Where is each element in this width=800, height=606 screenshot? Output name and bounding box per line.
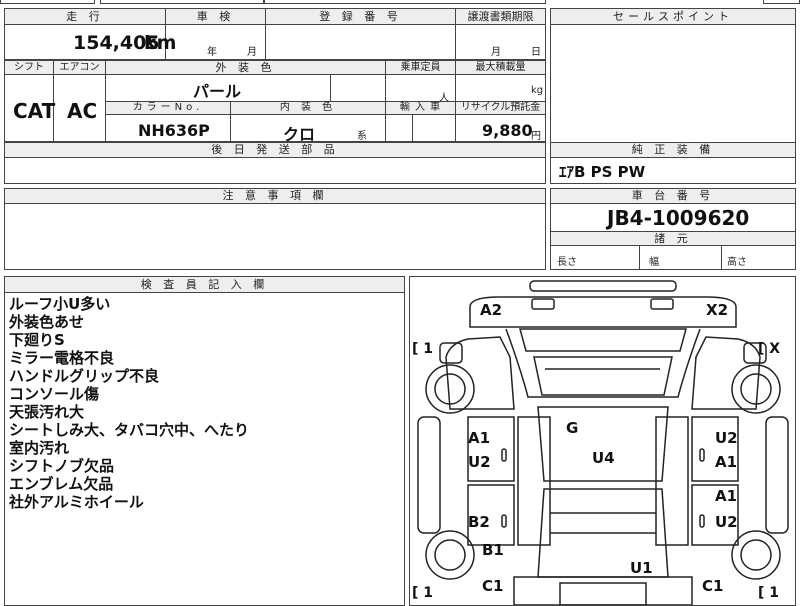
dim-width-label: 幅: [649, 257, 659, 268]
mileage-unit: km: [144, 32, 177, 54]
car-diagram-box: A2 X2 [ 1 [ X G U4 A1 U2 U2 A1 A1 U2 B2 …: [409, 276, 796, 606]
capacity-unit: 人: [439, 93, 449, 104]
diagram-label-left-b2: B2: [468, 513, 490, 531]
inspection-month: 月: [247, 47, 257, 58]
diagram-label-g: G: [566, 419, 579, 437]
recycle-header: リサイクル預託金: [456, 102, 545, 115]
equipment-header: 純 正 装 備: [551, 143, 795, 158]
color-no-value: NH636P: [138, 121, 210, 140]
remark-item: 室内汚れ: [9, 439, 70, 457]
color-no-header: カラーNo.: [106, 102, 230, 115]
sales-point-header: セールスポイント: [551, 9, 795, 25]
sales-point-box: セールスポイント: [550, 8, 796, 143]
aircon-value: AC: [67, 99, 98, 123]
chassis-header: 車 台 番 号: [551, 189, 795, 204]
diagram-bracket-right: [ X: [758, 341, 781, 357]
chassis-box: 車 台 番 号 JB4-1009620 諸 元 長さ 幅 高さ: [550, 188, 796, 270]
dim-height-label: 高さ: [727, 257, 747, 268]
diagram-bracket-bottom-right: [ 1: [758, 585, 780, 601]
inspection-year: 年: [207, 47, 217, 58]
notes-box: 注 意 事 項 欄: [4, 188, 546, 270]
diagram-label-u4: U4: [592, 449, 615, 467]
top-strip-cell: [0, 0, 95, 4]
recycle-value: 9,880: [482, 121, 533, 140]
shift-header: シフト: [5, 61, 53, 75]
diagram-label-left-a1: A1: [468, 429, 491, 447]
diagram-label-right-a1: A1: [715, 453, 738, 471]
remark-item: シフトノブ欠品: [9, 457, 115, 475]
inspector-remarks-box: 検 査 員 記 入 欄 ルーフ小U多い 外装色あせ 下廻りS ミラー電格不良 ハ…: [4, 276, 405, 606]
mileage-table: 走 行 車 検 登 録 番 号 譲渡書類期限 154,405 km 年 月 月 …: [4, 8, 546, 61]
interior-color-header: 内 装 色: [231, 102, 385, 115]
shipping-parts-header: 後 日 発 送 部 品: [5, 143, 545, 158]
diagram-bracket-bottom-left: [ 1: [412, 585, 434, 601]
remarks-list: ルーフ小U多い 外装色あせ 下廻りS ミラー電格不良 ハンドルグリップ不良 コン…: [9, 295, 249, 511]
aircon-header: エアコン: [53, 61, 105, 75]
shipping-parts-box: 後 日 発 送 部 品: [4, 142, 546, 184]
remark-item: コンソール傷: [9, 385, 100, 403]
inspector-remarks-header: 検 査 員 記 入 欄: [5, 277, 404, 293]
top-strip-cell: [100, 0, 265, 4]
remark-item: シートしみ大、タバコ穴中、へたり: [9, 421, 250, 439]
remark-item: エンブレム欠品: [9, 475, 114, 493]
diagram-label-x2: X2: [706, 301, 729, 319]
diagram-bracket-left: [ 1: [412, 341, 434, 357]
transfer-day: 日: [531, 47, 541, 58]
max-load-unit: kg: [531, 85, 544, 96]
remark-item: 社外アルミホイール: [9, 493, 144, 511]
diagram-label-c1-right: C1: [702, 577, 724, 595]
remark-item: 天張汚れ大: [9, 403, 85, 421]
registration-header: 登 録 番 号: [265, 9, 455, 25]
top-strip-cell: [763, 0, 800, 4]
diagram-label-left-b1: B1: [482, 541, 504, 559]
dim-length-label: 長さ: [557, 257, 577, 268]
specs-table: シフト エアコン 外 装 色 乗車定員 最大積載量 カラーNo. 内 装 色 輸…: [4, 60, 546, 144]
max-load-header: 最大積載量: [455, 61, 545, 75]
remark-item: 外装色あせ: [9, 313, 85, 331]
equipment-box: 純 正 装 備 ｴｱB PS PW: [550, 142, 796, 184]
diagram-label-c1-left: C1: [482, 577, 504, 595]
diagram-label-right-a1b: A1: [715, 487, 738, 505]
remark-item: ルーフ小U多い: [9, 295, 111, 313]
remark-item: ハンドルグリップ不良: [9, 367, 160, 385]
diagram-label-a2: A2: [480, 301, 503, 319]
mileage-header: 走 行: [5, 9, 165, 25]
dimensions-header: 諸 元: [551, 231, 795, 246]
interior-color-suffix: 系: [357, 131, 367, 142]
diagram-label-u1: U1: [630, 559, 653, 577]
diagram-label-right-u2: U2: [715, 429, 738, 447]
inspection-header: 車 検: [165, 9, 265, 25]
exterior-color-header: 外 装 色: [105, 61, 385, 75]
exterior-color-value: パール: [193, 82, 242, 101]
transfer-header: 譲渡書類期限: [455, 9, 545, 25]
recycle-unit: 円: [531, 131, 541, 142]
notes-header: 注 意 事 項 欄: [5, 189, 545, 204]
top-strip-cell: [263, 0, 546, 4]
remark-item: ミラー電格不良: [9, 349, 115, 367]
remark-item: 下廻りS: [9, 331, 65, 349]
equipment-value: ｴｱB PS PW: [559, 163, 646, 181]
chassis-value: JB4-1009620: [607, 206, 750, 230]
transfer-month: 月: [491, 47, 501, 58]
capacity-header: 乗車定員: [385, 61, 455, 75]
diagram-label-right-u2b: U2: [715, 513, 738, 531]
shift-value: CAT: [13, 99, 56, 123]
diagram-label-left-u2: U2: [468, 453, 491, 471]
